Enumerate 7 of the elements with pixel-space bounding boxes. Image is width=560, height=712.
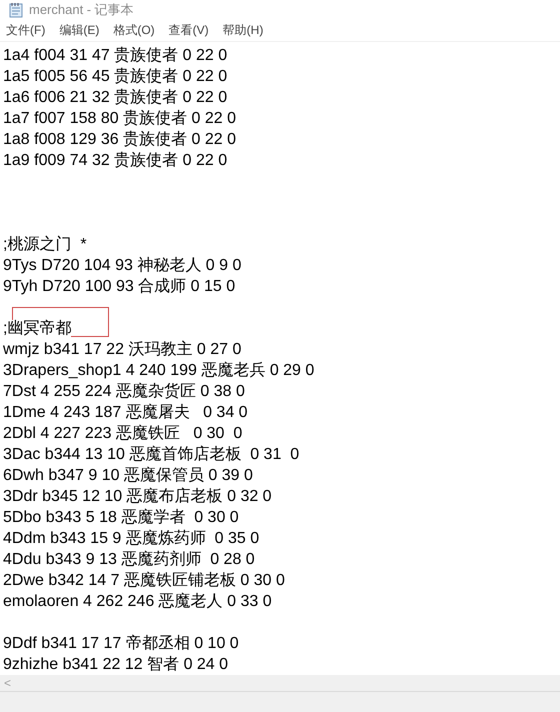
notepad-icon — [9, 2, 23, 18]
menu-item[interactable]: 查看(V) — [168, 22, 223, 40]
menu-item[interactable]: 编辑(E) — [59, 22, 114, 40]
menu-item[interactable]: 文件(F) — [6, 22, 60, 40]
menu-item[interactable]: 格式(O) — [113, 22, 169, 40]
menu-item[interactable]: 帮助(H) — [222, 22, 278, 40]
window-title: merchant - 记事本 — [29, 1, 134, 20]
